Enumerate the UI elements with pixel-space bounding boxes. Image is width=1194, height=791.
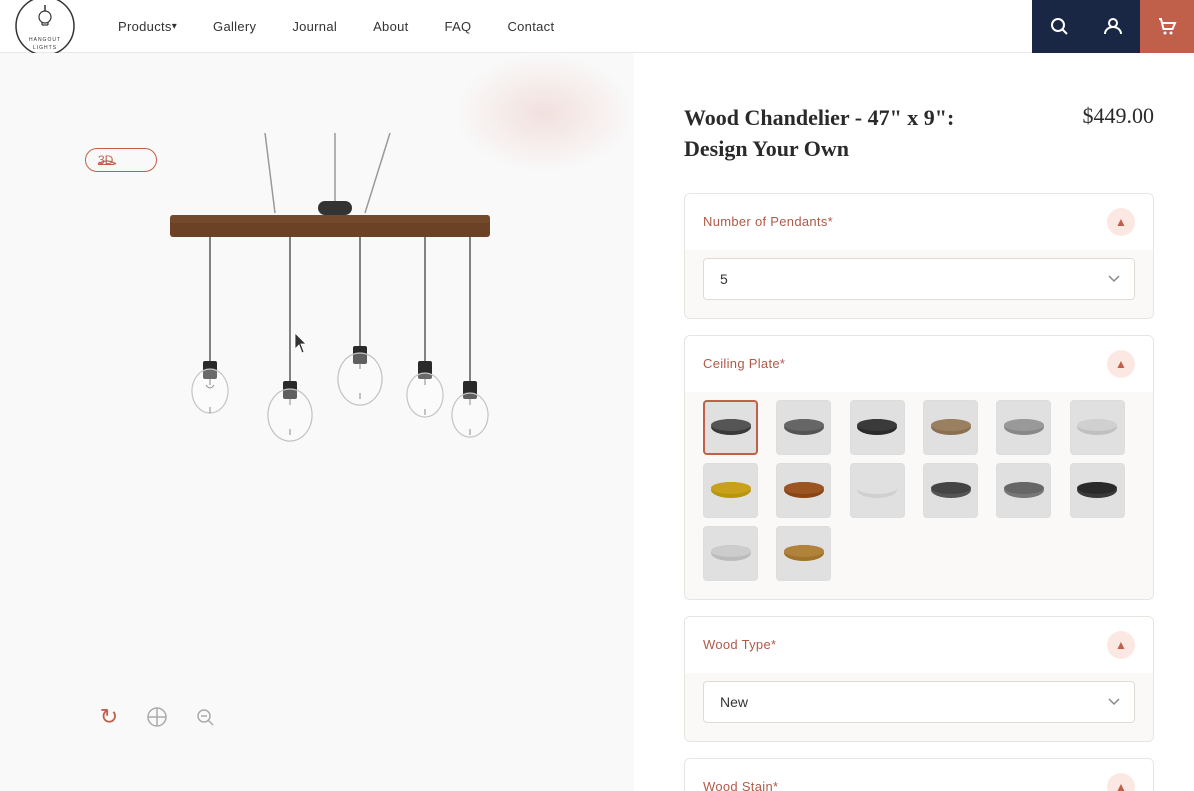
rotate-tool[interactable]: ↻ xyxy=(95,703,123,731)
pendants-body: 5 1234 678910 xyxy=(685,250,1153,318)
plate-option-3[interactable] xyxy=(850,400,905,455)
wood-type-label: Wood Type* xyxy=(703,637,776,652)
plate-option-9[interactable] xyxy=(850,463,905,518)
header-icons xyxy=(1032,0,1194,53)
pendants-label: Number of Pendants* xyxy=(703,214,833,229)
ceiling-plate-body xyxy=(685,392,1153,599)
plate-option-5[interactable] xyxy=(996,400,1051,455)
ceiling-plate-header[interactable]: Ceiling Plate* ▲ xyxy=(685,336,1153,392)
product-title: Wood Chandelier - 47" x 9": Design Your … xyxy=(684,103,1004,165)
nav-products[interactable]: Products xyxy=(100,0,195,53)
main-container: 3D xyxy=(0,53,1194,791)
plate-option-12[interactable] xyxy=(1070,463,1125,518)
pendants-select[interactable]: 5 1234 678910 xyxy=(703,258,1135,300)
ceiling-plate-toggle[interactable]: ▲ xyxy=(1107,350,1135,378)
svg-text:HANGOUT: HANGOUT xyxy=(29,37,61,43)
plate-option-13[interactable] xyxy=(703,526,758,581)
nav-about[interactable]: About xyxy=(355,0,426,53)
ceiling-plate-label: Ceiling Plate* xyxy=(703,356,785,371)
wood-stain-label: Wood Stain* xyxy=(703,779,778,791)
wood-type-select[interactable]: New Standard Premium Reclaimed Custom xyxy=(703,681,1135,723)
main-nav: Products Gallery Journal About FAQ Conta… xyxy=(100,0,572,53)
nav-journal[interactable]: Journal xyxy=(274,0,355,53)
ceiling-plate-section: Ceiling Plate* ▲ xyxy=(684,335,1154,600)
svg-text:LIGHTS: LIGHTS xyxy=(33,45,57,51)
product-price: $449.00 xyxy=(1083,103,1155,129)
search-button[interactable] xyxy=(1032,0,1086,53)
move-tool[interactable] xyxy=(143,703,171,731)
plate-option-2[interactable] xyxy=(776,400,831,455)
wood-stain-header[interactable]: Wood Stain* ▲ xyxy=(685,759,1153,791)
plate-option-11[interactable] xyxy=(996,463,1051,518)
nav-faq[interactable]: FAQ xyxy=(427,0,490,53)
plate-option-10[interactable] xyxy=(923,463,978,518)
wood-type-toggle[interactable]: ▲ xyxy=(1107,631,1135,659)
cart-button[interactable] xyxy=(1140,0,1194,53)
plate-options-grid xyxy=(703,400,1135,581)
plate-option-7[interactable] xyxy=(703,463,758,518)
pendants-toggle[interactable]: ▲ xyxy=(1107,208,1135,236)
plate-option-4[interactable] xyxy=(923,400,978,455)
pendants-header[interactable]: Number of Pendants* ▲ xyxy=(685,194,1153,250)
plate-option-14[interactable] xyxy=(776,526,831,581)
plate-option-8[interactable] xyxy=(776,463,831,518)
chandelier-illustration xyxy=(80,133,520,513)
zoom-tool[interactable] xyxy=(191,703,219,731)
wood-stain-toggle[interactable]: ▲ xyxy=(1107,773,1135,791)
product-config: Wood Chandelier - 47" x 9": Design Your … xyxy=(634,53,1194,791)
product-viewer: 3D xyxy=(0,53,634,791)
wood-stain-section: Wood Stain* ▲ xyxy=(684,758,1154,791)
viewer-tools: ↻ xyxy=(95,703,219,731)
wood-type-header[interactable]: Wood Type* ▲ xyxy=(685,617,1153,673)
header: HANGOUT LIGHTS Products Gallery Journal … xyxy=(0,0,1194,53)
plate-option-6[interactable] xyxy=(1070,400,1125,455)
wood-type-body: New Standard Premium Reclaimed Custom xyxy=(685,673,1153,741)
wood-type-section: Wood Type* ▲ New Standard Premium Reclai… xyxy=(684,616,1154,742)
plate-option-1[interactable] xyxy=(703,400,758,455)
pendants-section: Number of Pendants* ▲ 5 1234 678910 xyxy=(684,193,1154,319)
product-title-row: Wood Chandelier - 47" x 9": Design Your … xyxy=(684,103,1154,165)
nav-contact[interactable]: Contact xyxy=(489,0,572,53)
nav-gallery[interactable]: Gallery xyxy=(195,0,274,53)
user-button[interactable] xyxy=(1086,0,1140,53)
